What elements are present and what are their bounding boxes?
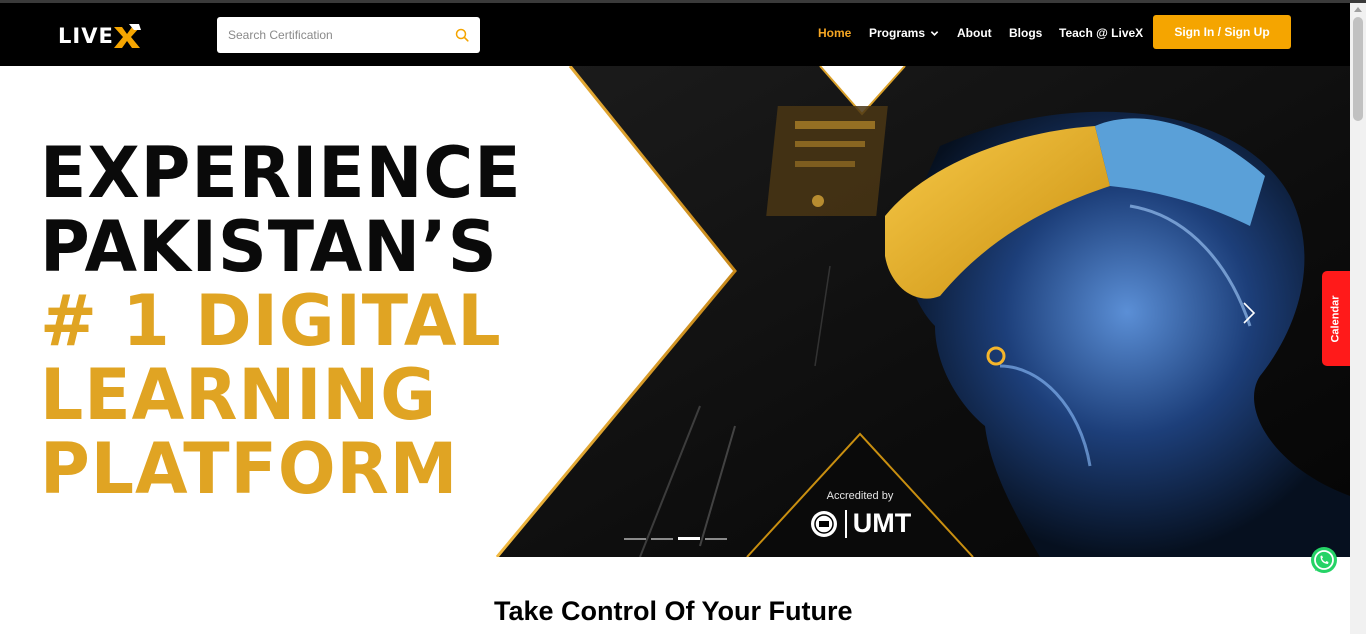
nav-teach[interactable]: Teach @ LiveX	[1059, 26, 1143, 40]
slider-dot-4[interactable]	[705, 538, 727, 540]
nav-programs[interactable]: Programs	[869, 26, 939, 40]
calendar-label: Calendar	[1330, 294, 1343, 343]
hero-slider: EXPERIENCE PAKISTAN’S # 1 DIGITAL LEARNI…	[0, 66, 1350, 557]
livex-logo[interactable]: LIVE	[58, 19, 142, 53]
umt-seal-icon	[810, 510, 837, 537]
logo-text: LIVE	[58, 24, 114, 48]
chevron-right-icon[interactable]	[1240, 300, 1258, 326]
nav-about[interactable]: About	[957, 26, 992, 40]
nav-blogs[interactable]: Blogs	[1009, 26, 1042, 40]
hero-line-1: EXPERIENCE	[40, 132, 522, 214]
logo-mark-icon	[113, 24, 141, 48]
hero-line-3: # 1 DIGITAL	[40, 280, 502, 362]
section-title: Take Control Of Your Future	[494, 596, 853, 626]
chevron-down-icon	[930, 30, 939, 36]
whatsapp-icon[interactable]	[1309, 545, 1339, 575]
search-box	[217, 17, 480, 53]
site-header: LIVE Home Programs About Blogs Teach @ L…	[0, 3, 1350, 66]
slider-dot-3[interactable]	[678, 537, 700, 540]
umt-logo: UMT	[790, 508, 930, 539]
accreditation-badge: Accredited by UMT	[790, 490, 930, 539]
nav-home[interactable]: Home	[818, 26, 851, 40]
hero-line-5: PLATFORM	[40, 428, 459, 510]
nav-programs-label: Programs	[869, 26, 926, 40]
slider-dot-1[interactable]	[624, 538, 646, 540]
page-scrollbar[interactable]	[1350, 3, 1366, 634]
search-icon[interactable]	[455, 28, 469, 42]
sign-in-button[interactable]: Sign In / Sign Up	[1153, 15, 1291, 49]
slider-dots	[624, 537, 727, 540]
hero-headline: EXPERIENCE PAKISTAN’S # 1 DIGITAL LEARNI…	[40, 136, 522, 506]
hero-line-2: PAKISTAN’S	[40, 206, 498, 288]
scroll-thumb[interactable]	[1353, 17, 1363, 121]
slider-dot-2[interactable]	[651, 538, 673, 540]
umt-divider	[844, 509, 847, 538]
search-input[interactable]	[217, 18, 437, 52]
hero-line-4: LEARNING	[40, 354, 437, 436]
umt-text: UMT	[852, 508, 912, 538]
scroll-up-arrow-icon[interactable]	[1354, 7, 1362, 12]
calendar-tab[interactable]: Calendar	[1322, 271, 1350, 366]
accredited-by-label: Accredited by	[826, 490, 894, 502]
